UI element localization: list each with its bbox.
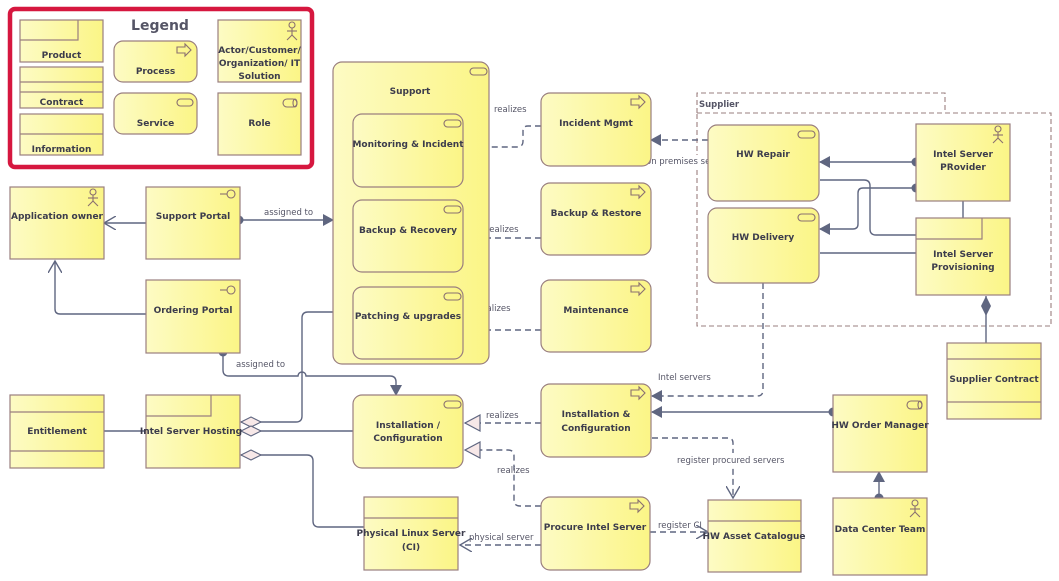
node-maintenance[interactable]: Maintenance [540, 279, 652, 353]
node-label: Incident Mgmt [559, 119, 633, 129]
node-label: Entitlement [27, 427, 87, 437]
node-label: Maintenance [563, 306, 628, 316]
node-procure-intel-server[interactable]: Procure Intel Server [540, 496, 651, 571]
node-monitoring-incident[interactable]: Monitoring & Incident [352, 113, 464, 188]
node-label-line1: Installation / [376, 421, 441, 431]
legend-product: Product [19, 19, 104, 63]
svg-text:Solution: Solution [238, 72, 280, 82]
node-label: Backup & Restore [551, 209, 642, 219]
node-label: HW Repair [736, 150, 790, 160]
node-installation-configuration-process[interactable]: Installation & Configuration [540, 383, 652, 458]
edge-hosting-physical-server [241, 455, 364, 528]
legend-title: Legend [131, 18, 189, 34]
node-backup-recovery[interactable]: Backup & Recovery [352, 199, 464, 273]
node-hw-repair[interactable]: HW Repair [707, 124, 820, 202]
edge-label-register-procured: register procured servers [677, 456, 785, 466]
legend-process: Process [113, 40, 198, 83]
node-label: Support [390, 87, 431, 97]
edge-label-backup-realizes: realizes [486, 225, 519, 235]
node-label-line2: Provisioning [931, 263, 994, 273]
node-backup-restore[interactable]: Backup & Restore [540, 182, 652, 256]
node-label-line2: (CI) [402, 543, 420, 553]
supplier-group-label: Supplier [699, 100, 740, 110]
legend-service-label: Service [137, 119, 174, 129]
edge-label-ordering-portal-assigned: assigned to [236, 360, 285, 370]
legend-role: Role [217, 92, 302, 156]
legend-contract-label: Contract [40, 98, 84, 108]
legend-service: Service [113, 92, 198, 135]
node-ordering-portal[interactable]: Ordering Portal [145, 279, 241, 354]
node-label: Support Portal [156, 212, 231, 222]
node-intel-server-provider[interactable]: Intel Server PRovider [915, 123, 1011, 202]
edge-provider-hw-delivery [819, 183, 921, 235]
node-label: Procure Intel Server [544, 523, 647, 533]
node-label: Application owner [11, 212, 104, 222]
node-label: Data Center Team [835, 525, 926, 535]
node-label-line2: Configuration [373, 434, 442, 444]
edge-label-incident-realizes: realizes [494, 105, 527, 115]
node-label-line1: Physical Linux Server [357, 529, 467, 539]
node-supplier-contract[interactable]: Supplier Contract [946, 342, 1042, 420]
edge-label-procure-realizes: realizes [497, 466, 530, 476]
node-support-portal[interactable]: Support Portal [145, 186, 241, 260]
node-hw-asset-catalogue[interactable]: HW Asset Catalogue [702, 499, 806, 573]
svg-text:Actor/Customer/: Actor/Customer/ [218, 46, 301, 56]
architecture-diagram: Legend Product Contract Information Proc… [7, 6, 1052, 576]
legend-information: Information [19, 113, 104, 156]
node-label-line1: Intel Server [933, 250, 993, 260]
legend-actor: Actor/Customer/ Organization/ IT Solutio… [217, 19, 302, 83]
node-patching-upgrades[interactable]: Patching & upgrades [352, 286, 464, 360]
node-label-line2: Configuration [561, 424, 630, 434]
node-label-line2: PRovider [940, 163, 986, 173]
node-label: Ordering Portal [154, 306, 233, 316]
edge-installation-asset-catalogue [652, 437, 733, 498]
svg-text:Organization/ IT: Organization/ IT [219, 59, 301, 69]
legend-information-label: Information [32, 145, 92, 155]
node-hw-order-manager[interactable]: HW Order Manager [831, 394, 929, 473]
legend-product-label: Product [42, 51, 82, 61]
node-label: Backup & Recovery [359, 226, 457, 236]
node-label-line1: Intel Server [933, 150, 993, 160]
node-label: HW Delivery [732, 233, 795, 243]
legend-role-label: Role [248, 119, 270, 129]
edge-label-support-portal-assigned: assigned to [264, 208, 313, 218]
node-label: Patching & upgrades [355, 312, 461, 322]
node-hw-delivery[interactable]: HW Delivery [707, 207, 820, 284]
node-label: Supplier Contract [949, 375, 1039, 385]
edge-procure-realizes [463, 441, 541, 507]
edge-ordering-portal-application-owner [55, 261, 146, 315]
edge-label-register-ci: register CI [658, 521, 702, 531]
node-entitlement[interactable]: Entitlement [9, 394, 105, 469]
legend: Legend Product Contract Information Proc… [7, 6, 315, 170]
node-installation-configuration-service[interactable]: Installation / Configuration [352, 394, 464, 469]
edge-label-install-realizes: realizes [486, 411, 519, 421]
node-intel-server-provisioning[interactable]: Intel Server Provisioning [915, 217, 1011, 296]
node-physical-linux-server[interactable]: Physical Linux Server (CI) [357, 496, 467, 571]
node-label: Monitoring & Incident [352, 140, 464, 150]
node-label: HW Order Manager [831, 421, 929, 431]
node-application-owner[interactable]: Application owner [9, 186, 105, 260]
node-incident-mgmt[interactable]: Incident Mgmt [540, 92, 652, 167]
node-label-line1: Installation & [562, 410, 631, 420]
node-label: Intel Server Hosting [140, 427, 242, 437]
node-data-center-team[interactable]: Data Center Team [832, 497, 928, 576]
node-intel-server-hosting[interactable]: Intel Server Hosting [140, 394, 242, 469]
edge-label-physical-server: physical server [469, 533, 534, 543]
legend-contract: Contract [19, 66, 104, 109]
edge-label-intel-servers: Intel servers [658, 373, 711, 383]
legend-process-label: Process [136, 67, 175, 77]
node-label: HW Asset Catalogue [702, 532, 805, 542]
